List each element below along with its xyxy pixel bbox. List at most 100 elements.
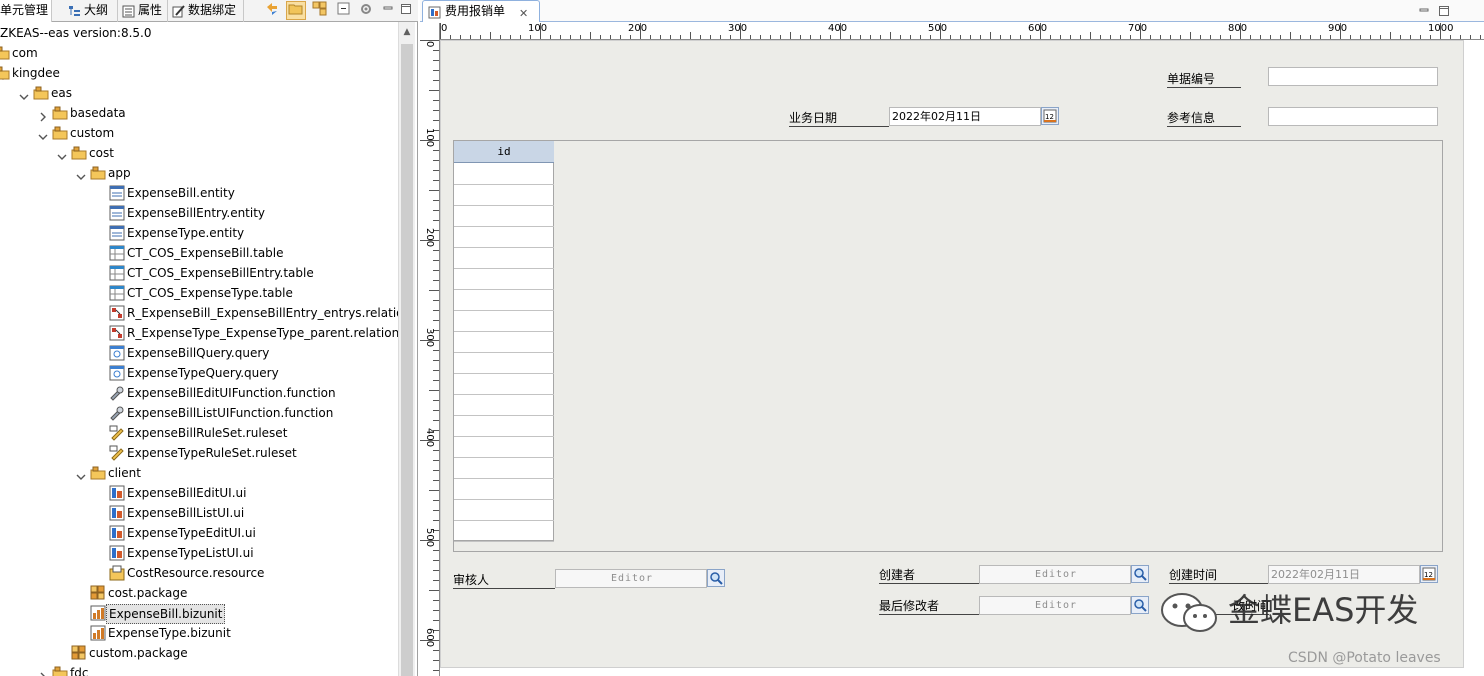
tree-item[interactable]: CT_COS_ExpenseType.table: [0, 283, 398, 303]
tree-item[interactable]: CT_COS_ExpenseBill.table: [0, 243, 398, 263]
package-folder-icon: [52, 665, 68, 676]
link-with-editor-button[interactable]: [262, 1, 282, 20]
tree-item[interactable]: ExpenseBill.entity: [0, 183, 398, 203]
package-view-button[interactable]: [310, 1, 330, 20]
tree-item[interactable]: CT_COS_ExpenseBillEntry.table: [0, 263, 398, 283]
watermark-text: 金蝶EAS开发: [1228, 591, 1419, 629]
create-time-input[interactable]: 2022年02月11日: [1268, 565, 1420, 584]
scroll-up-arrow-icon[interactable]: ▲: [399, 24, 415, 40]
tree-item[interactable]: ExpenseBillRuleSet.ruleset: [0, 423, 398, 443]
tab-expense-bill-editor[interactable]: 费用报销单 ✕: [422, 0, 540, 22]
package-tree[interactable]: com kingdee eas basedata custom cost app Expens…: [0, 0, 398, 676]
tree-item[interactable]: ExpenseBillListUI.ui: [0, 503, 398, 523]
calendar-icon[interactable]: 12: [1041, 107, 1059, 125]
ui-file-icon: [109, 485, 125, 501]
chevron-down-icon[interactable]: [19, 88, 29, 100]
ruleset-icon: [109, 425, 125, 441]
data-binding-icon: [172, 4, 185, 18]
tree-item[interactable]: ExpenseTypeEditUI.ui: [0, 523, 398, 543]
bill-number-input[interactable]: [1268, 67, 1438, 86]
calendar-icon[interactable]: 12: [1420, 565, 1438, 583]
grid-row-divider: [454, 499, 554, 500]
outline-icon: [68, 4, 81, 17]
lookup-icon[interactable]: [1131, 565, 1149, 583]
tree-item[interactable]: ExpenseBillEntry.entity: [0, 203, 398, 223]
lookup-icon[interactable]: [707, 569, 725, 587]
tree-item[interactable]: eas: [0, 83, 398, 103]
ui-editor-panel: 费用报销单 ✕ 0 100 200 300 400 500 600 700 800 900 1000…: [420, 0, 1484, 676]
tree-item[interactable]: custom.package: [0, 643, 398, 663]
tree-item-label: ExpenseTypeEditUI.ui: [127, 526, 256, 540]
tree-item[interactable]: custom: [0, 123, 398, 143]
maximize-button[interactable]: [396, 1, 416, 20]
table-icon: [109, 245, 125, 261]
collapse-all-button[interactable]: [334, 1, 354, 20]
tab-data-binding[interactable]: 数据绑定: [170, 0, 244, 22]
tab-unit-management[interactable]: 单元管理: [0, 0, 52, 22]
settings-button[interactable]: [356, 1, 376, 20]
tree-item[interactable]: ExpenseTypeListUI.ui: [0, 543, 398, 563]
chevron-down-icon[interactable]: [57, 148, 67, 160]
chevron-down-icon[interactable]: [38, 128, 48, 140]
grid-row-divider: [454, 268, 554, 269]
tree-item[interactable]: cost: [0, 143, 398, 163]
package-file-icon: [71, 645, 87, 661]
lookup-icon[interactable]: [1131, 596, 1149, 614]
chevron-right-icon[interactable]: [38, 668, 48, 676]
tree-item-label: R_ExpenseType_ExpenseType_parent.relatio…: [127, 326, 398, 340]
tab-properties[interactable]: 属性: [120, 0, 168, 22]
minimize-icon[interactable]: [1418, 5, 1430, 20]
chevron-right-icon[interactable]: [38, 108, 48, 122]
ui-file-icon: [428, 5, 441, 25]
close-tab-icon[interactable]: ✕: [519, 4, 528, 24]
tree-item[interactable]: client: [0, 463, 398, 483]
maximize-icon[interactable]: [1438, 5, 1450, 20]
tree-scrollbar[interactable]: ▲: [398, 22, 415, 676]
tree-item[interactable]: ExpenseType.bizunit: [0, 623, 398, 643]
tree-item[interactable]: ExpenseBillEditUIFunction.function: [0, 383, 398, 403]
tree-item[interactable]: ExpenseBill.bizunit: [0, 603, 398, 624]
ruler-label: 600: [424, 628, 435, 648]
expense-bill-form[interactable]: 单据编号 业务日期 2022年02月11日 12 参考信息 id 审核人 Edi…: [440, 40, 1464, 668]
tree-item[interactable]: app: [0, 163, 398, 183]
tree-item[interactable]: ExpenseBillEditUI.ui: [0, 483, 398, 503]
tree-item[interactable]: fdc: [0, 663, 398, 676]
tree-item[interactable]: cost.package: [0, 583, 398, 603]
package-folder-icon: [90, 465, 106, 481]
tree-item[interactable]: com: [0, 43, 398, 63]
tree-item-label: custom.package: [89, 646, 188, 660]
id-column-header[interactable]: id: [454, 141, 554, 163]
tree-item[interactable]: R_ExpenseType_ExpenseType_parent.relatio…: [0, 323, 398, 343]
tree-item[interactable]: ExpenseBillListUIFunction.function: [0, 403, 398, 423]
reference-info-input[interactable]: [1268, 107, 1438, 126]
tree-item[interactable]: kingdee: [0, 63, 398, 83]
entry-table[interactable]: id: [453, 140, 1443, 552]
package-folder-icon: [90, 165, 106, 181]
tree-item[interactable]: ExpenseType.entity: [0, 223, 398, 243]
last-modifier-input[interactable]: Editor: [979, 596, 1131, 615]
scrollbar-thumb[interactable]: [401, 44, 413, 676]
unit-management-panel: com kingdee eas basedata custom cost app Expens…: [0, 0, 418, 676]
maximize-icon: [400, 3, 412, 18]
tree-item-label: ExpenseBillListUI.ui: [127, 506, 245, 520]
project-version: ZKEAS--eas version:8.5.0: [0, 26, 152, 40]
query-icon: [109, 345, 125, 361]
tree-item[interactable]: R_ExpenseBill_ExpenseBillEntry_entrys.re…: [0, 303, 398, 323]
tree-item-label: ExpenseBillEditUI.ui: [127, 486, 247, 500]
table-icon: [109, 285, 125, 301]
tree-item[interactable]: ExpenseTypeQuery.query: [0, 363, 398, 383]
tab-outline[interactable]: 大纲: [66, 0, 118, 22]
open-folder-button[interactable]: [286, 1, 306, 20]
tree-item[interactable]: ExpenseBillQuery.query: [0, 343, 398, 363]
tree-item[interactable]: CostResource.resource: [0, 563, 398, 583]
business-date-input[interactable]: 2022年02月11日: [889, 107, 1041, 126]
tree-item-label: com: [12, 46, 38, 60]
chevron-down-icon[interactable]: [76, 468, 86, 480]
minimize-button[interactable]: [378, 1, 398, 20]
creator-input[interactable]: Editor: [979, 565, 1131, 584]
chevron-down-icon[interactable]: [76, 168, 86, 180]
tree-item[interactable]: basedata: [0, 103, 398, 123]
function-icon: [109, 405, 125, 421]
auditor-input[interactable]: Editor: [555, 569, 707, 588]
tree-item[interactable]: ExpenseTypeRuleSet.ruleset: [0, 443, 398, 463]
